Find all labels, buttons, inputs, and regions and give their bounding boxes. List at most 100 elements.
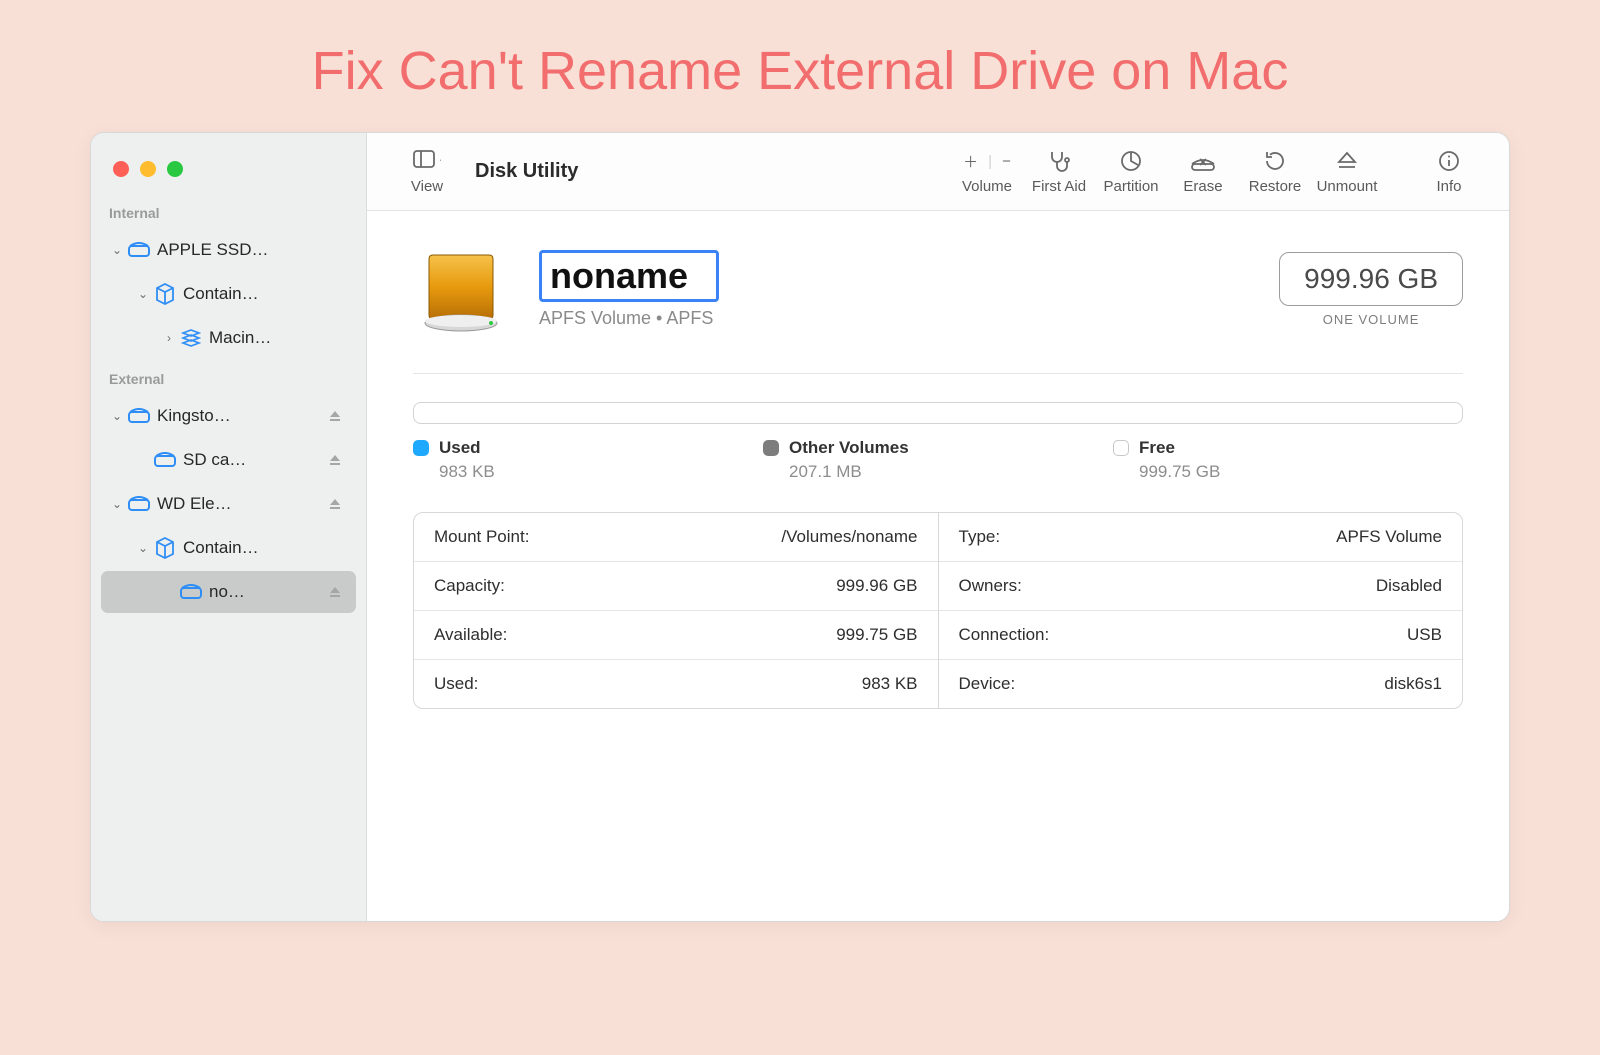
sidebar-item-label: Contain… — [179, 538, 346, 558]
sidebar-item-macintosh-hd[interactable]: › Macin… — [101, 317, 356, 359]
info-col-right: Type: APFS Volume Owners: Disabled Connect… — [939, 513, 1463, 708]
minimize-window-button[interactable] — [140, 161, 156, 177]
eject-icon — [1336, 148, 1358, 174]
chevron-down-icon: ⌄ — [109, 409, 125, 423]
volume-name-input[interactable] — [539, 250, 719, 302]
external-drive-icon — [413, 241, 509, 337]
chevron-down-icon: ⌄ — [135, 541, 151, 555]
toolbar-label: Info — [1436, 178, 1461, 195]
close-window-button[interactable] — [113, 161, 129, 177]
chevron-down-icon: ⌄ — [109, 243, 125, 257]
toolbar: ⌄ View Disk Utility ＋|− Volume First Aid — [367, 133, 1509, 211]
unmount-button[interactable]: Unmount — [1311, 148, 1383, 195]
info-val: /Volumes/noname — [781, 527, 917, 547]
legend-other-value: 207.1 MB — [789, 462, 1113, 482]
volume-size-sub: ONE VOLUME — [1279, 312, 1463, 327]
svg-text:⌄: ⌄ — [438, 154, 441, 165]
info-val: APFS Volume — [1336, 527, 1442, 547]
legend-used-value: 983 KB — [439, 462, 763, 482]
sidebar-item-container-d2[interactable]: ⌄ Contain… — [101, 527, 356, 569]
eject-icon[interactable] — [328, 585, 346, 599]
eject-icon[interactable] — [328, 453, 346, 467]
partition-button[interactable]: Partition — [1095, 148, 1167, 195]
restore-button[interactable]: Restore — [1239, 148, 1311, 195]
info-key: Capacity: — [434, 576, 505, 596]
volume-stack-icon — [177, 328, 205, 348]
legend-free-value: 999.75 GB — [1139, 462, 1463, 482]
sidebar-item-label: WD Ele… — [153, 494, 328, 514]
toolbar-label: First Aid — [1032, 178, 1086, 195]
chevron-down-icon: ⌄ — [109, 497, 125, 511]
eject-icon[interactable] — [328, 409, 346, 423]
sidebar-item-sd-card[interactable]: SD ca… — [101, 439, 356, 481]
container-icon — [151, 283, 179, 305]
sidebar-item-apple-ssd[interactable]: ⌄ APPLE SSD… — [101, 229, 356, 271]
volume-size-badge: 999.96 GB — [1279, 252, 1463, 306]
sidebar-item-label: SD ca… — [179, 450, 328, 470]
info-val: 999.75 GB — [836, 625, 917, 645]
sidebar-item-label: Macin… — [205, 328, 346, 348]
sidebar-section-internal: Internal — [91, 195, 366, 227]
container-icon — [151, 537, 179, 559]
info-val: 983 KB — [862, 674, 918, 694]
disk-icon — [151, 452, 179, 468]
info-grid: Mount Point: /Volumes/noname Capacity: 999… — [413, 512, 1463, 709]
sidebar-item-noname[interactable]: no… — [101, 571, 356, 613]
info-button[interactable]: Info — [1413, 148, 1485, 195]
sidebar-item-label: Kingsto… — [153, 406, 328, 426]
zoom-window-button[interactable] — [167, 161, 183, 177]
swatch-free — [1113, 440, 1129, 456]
disk-icon — [177, 584, 205, 600]
info-key: Available: — [434, 625, 507, 645]
info-col-left: Mount Point: /Volumes/noname Capacity: 999… — [414, 513, 939, 708]
first-aid-button[interactable]: First Aid — [1023, 148, 1095, 195]
info-key: Type: — [959, 527, 1001, 547]
sidebar-section-external: External — [91, 361, 366, 393]
info-val: Disabled — [1376, 576, 1442, 596]
disk-icon — [125, 242, 153, 258]
eject-icon[interactable] — [328, 497, 346, 511]
swatch-used — [413, 440, 429, 456]
disk-utility-window: Internal ⌄ APPLE SSD… ⌄ Contain… › Macin… — [90, 132, 1510, 922]
toolbar-label: Volume — [962, 178, 1012, 195]
main-pane: ⌄ View Disk Utility ＋|− Volume First Aid — [367, 133, 1509, 921]
info-key: Mount Point: — [434, 527, 529, 547]
window-controls — [91, 147, 366, 195]
volume-subtitle: APFS Volume • APFS — [539, 308, 1249, 329]
toolbar-label: View — [411, 178, 443, 195]
legend-used-label: Used — [439, 438, 481, 458]
info-key: Connection: — [959, 625, 1050, 645]
sidebar-item-container-d1[interactable]: ⌄ Contain… — [101, 273, 356, 315]
sidebar-toggle-icon: ⌄ — [413, 148, 441, 174]
toolbar-label: Partition — [1103, 178, 1158, 195]
sidebar-item-label: Contain… — [179, 284, 346, 304]
info-key: Device: — [959, 674, 1016, 694]
sidebar: Internal ⌄ APPLE SSD… ⌄ Contain… › Macin… — [91, 133, 367, 921]
view-menu-button[interactable]: ⌄ View — [391, 148, 463, 195]
toolbar-label: Restore — [1249, 178, 1302, 195]
chevron-right-icon: › — [161, 331, 177, 345]
divider — [413, 373, 1463, 374]
app-title: Disk Utility — [475, 160, 578, 183]
volume-add-remove-button[interactable]: ＋|− Volume — [951, 148, 1023, 195]
disk-icon — [125, 496, 153, 512]
swatch-other — [763, 440, 779, 456]
toolbar-label: Unmount — [1317, 178, 1378, 195]
info-icon — [1437, 148, 1461, 174]
erase-icon — [1190, 148, 1216, 174]
volume-header: APFS Volume • APFS 999.96 GB ONE VOLUME — [413, 241, 1463, 337]
usage-legend: Used 983 KB Other Volumes 207.1 MB Free — [413, 438, 1463, 482]
info-val: disk6s1 — [1384, 674, 1442, 694]
erase-button[interactable]: Erase — [1167, 148, 1239, 195]
sidebar-item-kingston[interactable]: ⌄ Kingsto… — [101, 395, 356, 437]
usage-bar — [413, 402, 1463, 424]
sidebar-item-wd-elements[interactable]: ⌄ WD Ele… — [101, 483, 356, 525]
page-heading: Fix Can't Rename External Drive on Mac — [0, 0, 1600, 132]
info-key: Owners: — [959, 576, 1022, 596]
disk-icon — [125, 408, 153, 424]
legend-free-label: Free — [1139, 438, 1175, 458]
sidebar-item-label: no… — [205, 582, 328, 602]
info-val: 999.96 GB — [836, 576, 917, 596]
restore-icon — [1263, 148, 1287, 174]
toolbar-label: Erase — [1183, 178, 1222, 195]
